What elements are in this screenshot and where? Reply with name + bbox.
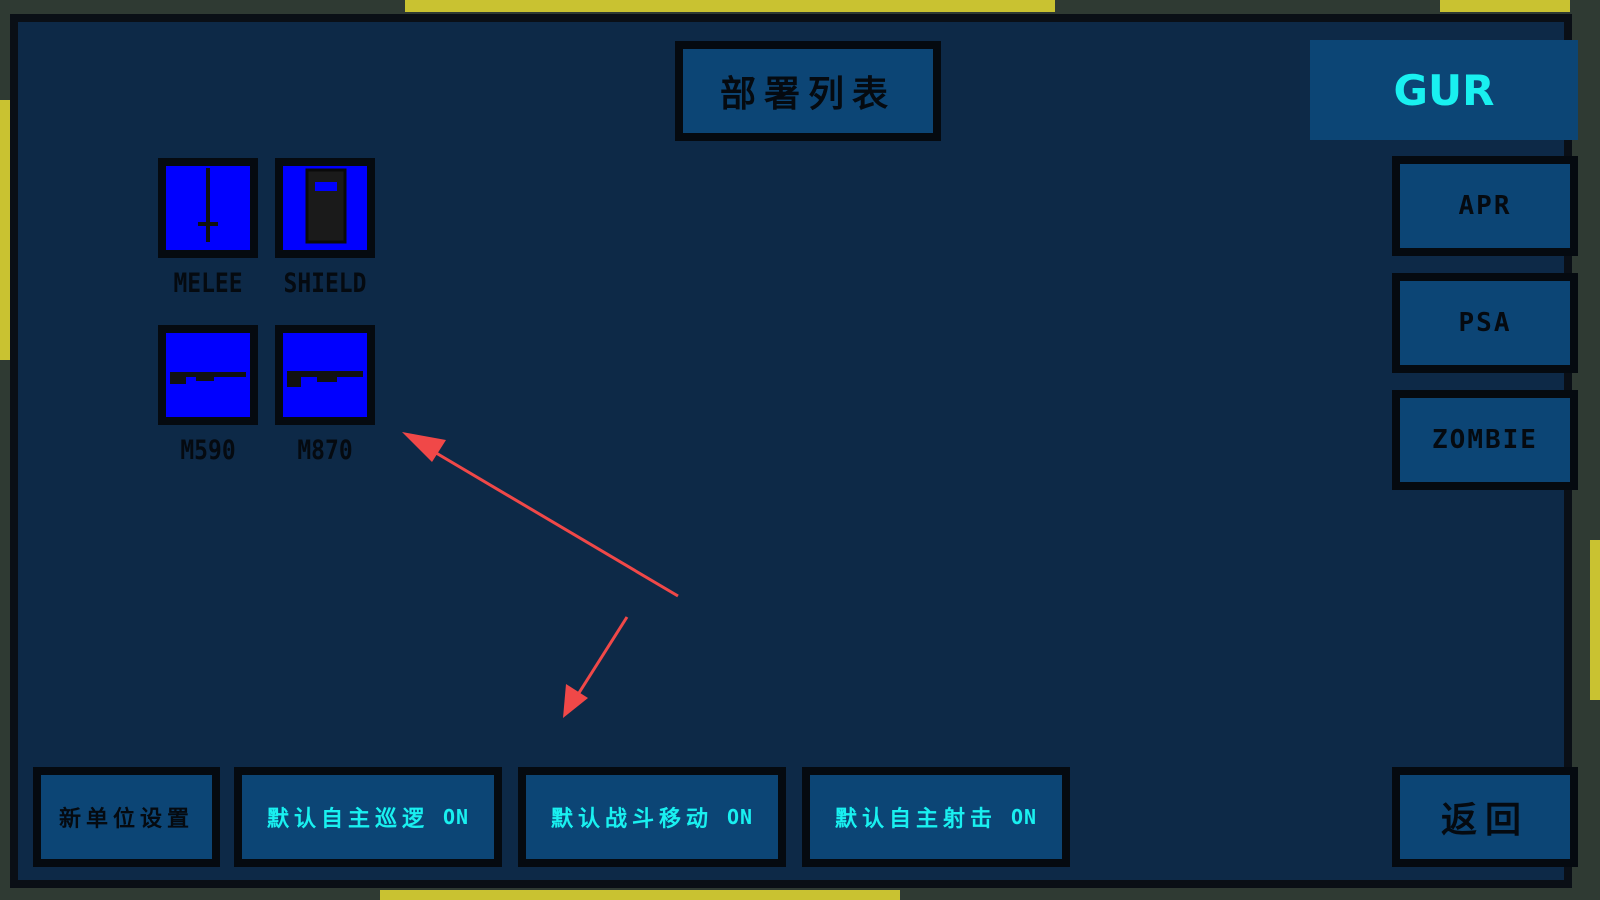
arrow-to-weapons [402, 432, 679, 598]
arrow-to-bottom-bar [563, 616, 629, 718]
annotation-arrows [402, 432, 679, 718]
